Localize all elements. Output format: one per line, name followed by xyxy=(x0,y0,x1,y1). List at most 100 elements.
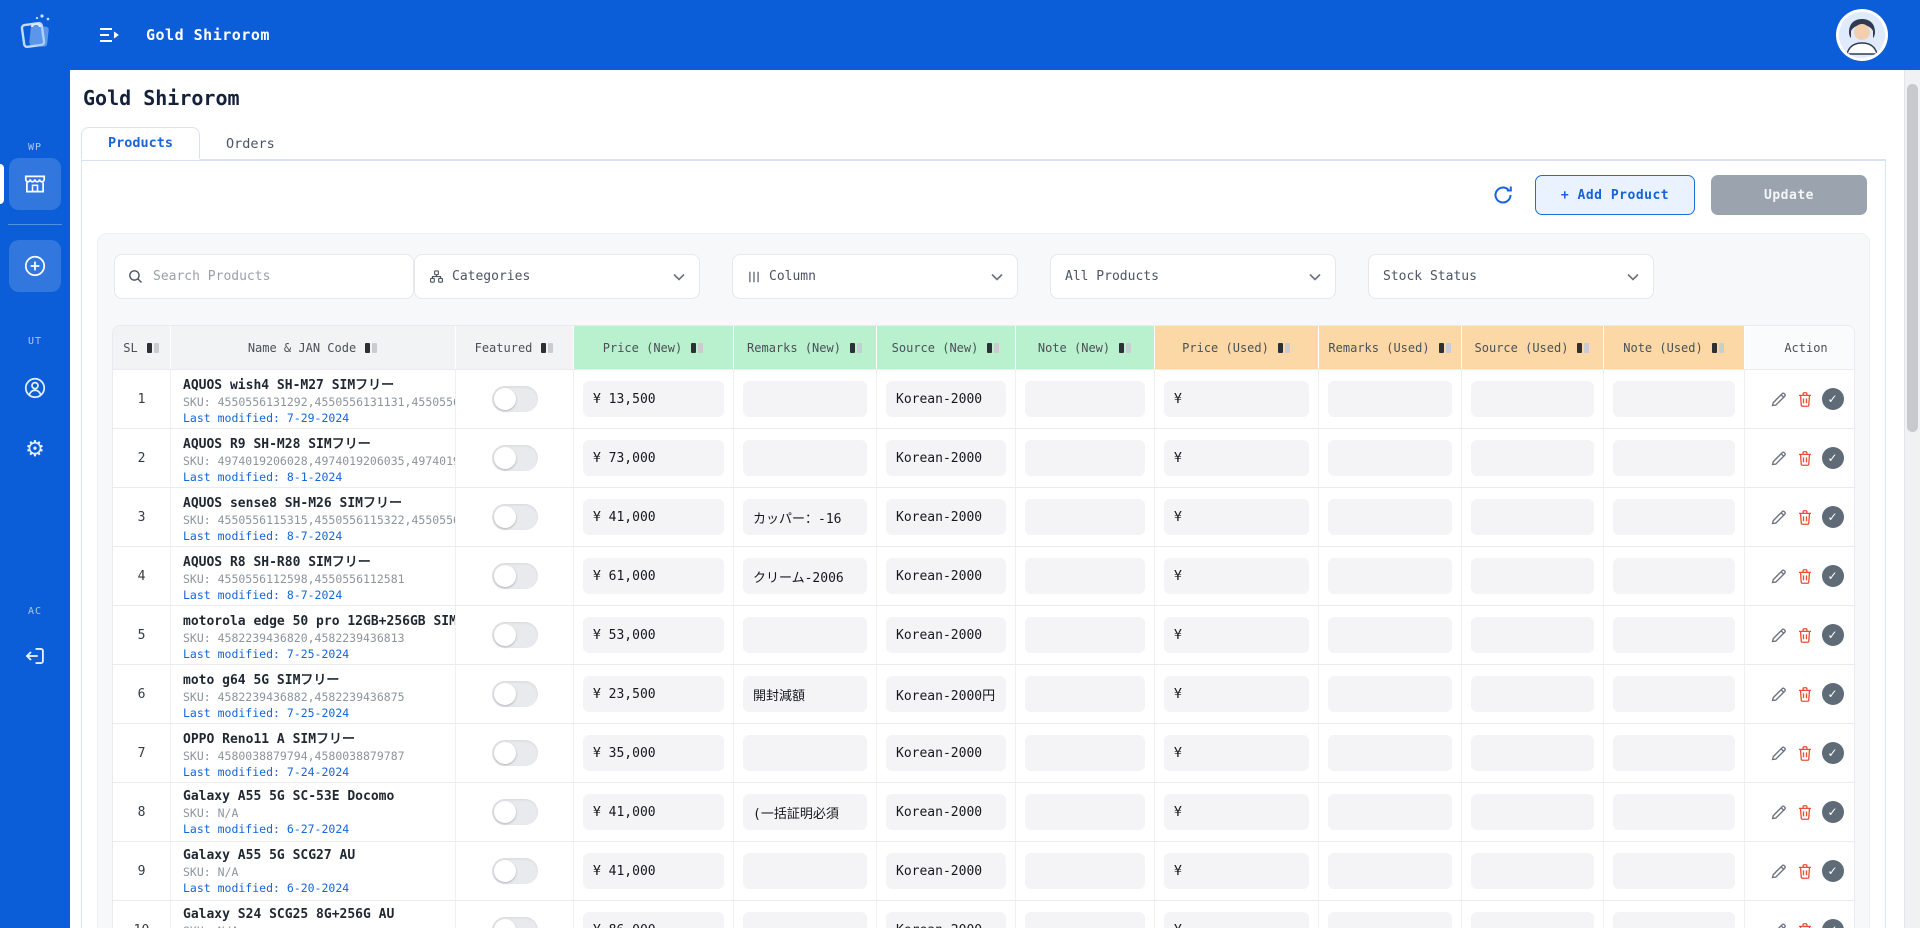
note-used-input[interactable] xyxy=(1613,381,1735,417)
remarks-used-input[interactable] xyxy=(1328,676,1452,712)
vertical-scrollbar-thumb[interactable] xyxy=(1907,84,1918,432)
source-new-input[interactable] xyxy=(886,440,1006,476)
header-note-used[interactable]: Note (Used) xyxy=(1604,326,1745,369)
price-new-input[interactable] xyxy=(583,794,724,830)
last-modified-link[interactable]: Last modified: 7-24-2024 xyxy=(183,765,349,779)
confirm-button[interactable]: ✓ xyxy=(1821,565,1844,587)
confirm-button[interactable]: ✓ xyxy=(1821,919,1844,928)
edit-button[interactable] xyxy=(1769,921,1788,928)
sidebar-item-store[interactable] xyxy=(0,158,61,210)
featured-toggle[interactable] xyxy=(491,799,538,825)
source-used-input[interactable] xyxy=(1471,440,1594,476)
edit-button[interactable] xyxy=(1769,508,1788,527)
remarks-used-input[interactable] xyxy=(1328,735,1452,771)
price-new-input[interactable] xyxy=(583,499,724,535)
delete-button[interactable] xyxy=(1796,390,1814,409)
remarks-new-input[interactable] xyxy=(743,853,867,889)
price-used-input[interactable] xyxy=(1164,617,1309,653)
last-modified-link[interactable]: Last modified: 8-1-2024 xyxy=(183,470,342,484)
note-used-input[interactable] xyxy=(1613,912,1735,928)
price-used-input[interactable] xyxy=(1164,735,1309,771)
delete-button[interactable] xyxy=(1796,744,1814,763)
note-used-input[interactable] xyxy=(1613,617,1735,653)
sidebar-item-settings[interactable]: ⚙ xyxy=(9,424,61,476)
price-new-input[interactable] xyxy=(583,381,724,417)
confirm-button[interactable]: ✓ xyxy=(1821,801,1844,823)
last-modified-link[interactable]: Last modified: 8-7-2024 xyxy=(183,588,342,602)
note-new-input[interactable] xyxy=(1025,499,1145,535)
price-new-input[interactable] xyxy=(583,440,724,476)
header-price-used[interactable]: Price (Used) xyxy=(1155,326,1319,369)
edit-button[interactable] xyxy=(1769,862,1788,881)
source-new-input[interactable] xyxy=(886,617,1006,653)
last-modified-link[interactable]: Last modified: 7-29-2024 xyxy=(183,411,349,425)
header-remarks-new[interactable]: Remarks (New) xyxy=(734,326,877,369)
remarks-new-input[interactable] xyxy=(743,499,867,535)
last-modified-link[interactable]: Last modified: 7-25-2024 xyxy=(183,706,349,720)
price-new-input[interactable] xyxy=(583,617,724,653)
remarks-used-input[interactable] xyxy=(1328,499,1452,535)
source-used-input[interactable] xyxy=(1471,558,1594,594)
featured-toggle[interactable] xyxy=(491,386,538,412)
confirm-button[interactable]: ✓ xyxy=(1821,506,1844,528)
header-price-new[interactable]: Price (New) xyxy=(574,326,734,369)
edit-button[interactable] xyxy=(1769,390,1788,409)
remarks-used-input[interactable] xyxy=(1328,912,1452,928)
source-used-input[interactable] xyxy=(1471,735,1594,771)
search-input[interactable] xyxy=(153,269,401,284)
price-new-input[interactable] xyxy=(583,912,724,928)
note-used-input[interactable] xyxy=(1613,794,1735,830)
delete-button[interactable] xyxy=(1796,921,1814,928)
price-new-input[interactable] xyxy=(583,735,724,771)
remarks-new-input[interactable] xyxy=(743,617,867,653)
header-note-new[interactable]: Note (New) xyxy=(1016,326,1155,369)
edit-button[interactable] xyxy=(1769,449,1788,468)
confirm-button[interactable]: ✓ xyxy=(1821,447,1844,469)
confirm-button[interactable]: ✓ xyxy=(1821,388,1844,410)
note-used-input[interactable] xyxy=(1613,676,1735,712)
featured-toggle[interactable] xyxy=(491,504,538,530)
delete-button[interactable] xyxy=(1796,862,1814,881)
source-used-input[interactable] xyxy=(1471,912,1594,928)
source-new-input[interactable] xyxy=(886,735,1006,771)
sidebar-item-users[interactable] xyxy=(9,362,61,414)
header-sl[interactable]: SL xyxy=(113,326,171,369)
categories-dropdown[interactable]: Categories xyxy=(414,254,700,299)
sidebar-add-button[interactable] xyxy=(9,240,61,292)
price-used-input[interactable] xyxy=(1164,381,1309,417)
confirm-button[interactable]: ✓ xyxy=(1821,860,1844,882)
delete-button[interactable] xyxy=(1796,567,1814,586)
refresh-button[interactable] xyxy=(1487,179,1519,211)
price-used-input[interactable] xyxy=(1164,794,1309,830)
remarks-used-input[interactable] xyxy=(1328,558,1452,594)
header-name[interactable]: Name & JAN Code xyxy=(171,326,456,369)
featured-toggle[interactable] xyxy=(491,622,538,648)
sidebar-logout-button[interactable] xyxy=(9,630,61,682)
price-used-input[interactable] xyxy=(1164,853,1309,889)
note-new-input[interactable] xyxy=(1025,794,1145,830)
note-used-input[interactable] xyxy=(1613,735,1735,771)
price-used-input[interactable] xyxy=(1164,558,1309,594)
price-new-input[interactable] xyxy=(583,558,724,594)
update-button[interactable]: Update xyxy=(1711,175,1867,215)
stock-status-dropdown[interactable]: Stock Status xyxy=(1368,254,1654,299)
note-new-input[interactable] xyxy=(1025,676,1145,712)
edit-button[interactable] xyxy=(1769,685,1788,704)
price-new-input[interactable] xyxy=(583,676,724,712)
source-used-input[interactable] xyxy=(1471,617,1594,653)
column-dropdown[interactable]: Column xyxy=(732,254,1018,299)
header-featured[interactable]: Featured xyxy=(456,326,574,369)
source-used-input[interactable] xyxy=(1471,499,1594,535)
header-source-new[interactable]: Source (New) xyxy=(877,326,1016,369)
source-used-input[interactable] xyxy=(1471,794,1594,830)
app-logo-shopping-bag-icon[interactable] xyxy=(13,10,57,54)
remarks-used-input[interactable] xyxy=(1328,381,1452,417)
featured-toggle[interactable] xyxy=(491,858,538,884)
note-new-input[interactable] xyxy=(1025,558,1145,594)
header-source-used[interactable]: Source (Used) xyxy=(1462,326,1604,369)
user-avatar[interactable] xyxy=(1836,9,1888,61)
confirm-button[interactable]: ✓ xyxy=(1821,624,1844,646)
edit-button[interactable] xyxy=(1769,803,1788,822)
add-product-button[interactable]: + Add Product xyxy=(1535,175,1695,215)
featured-toggle[interactable] xyxy=(491,917,538,928)
